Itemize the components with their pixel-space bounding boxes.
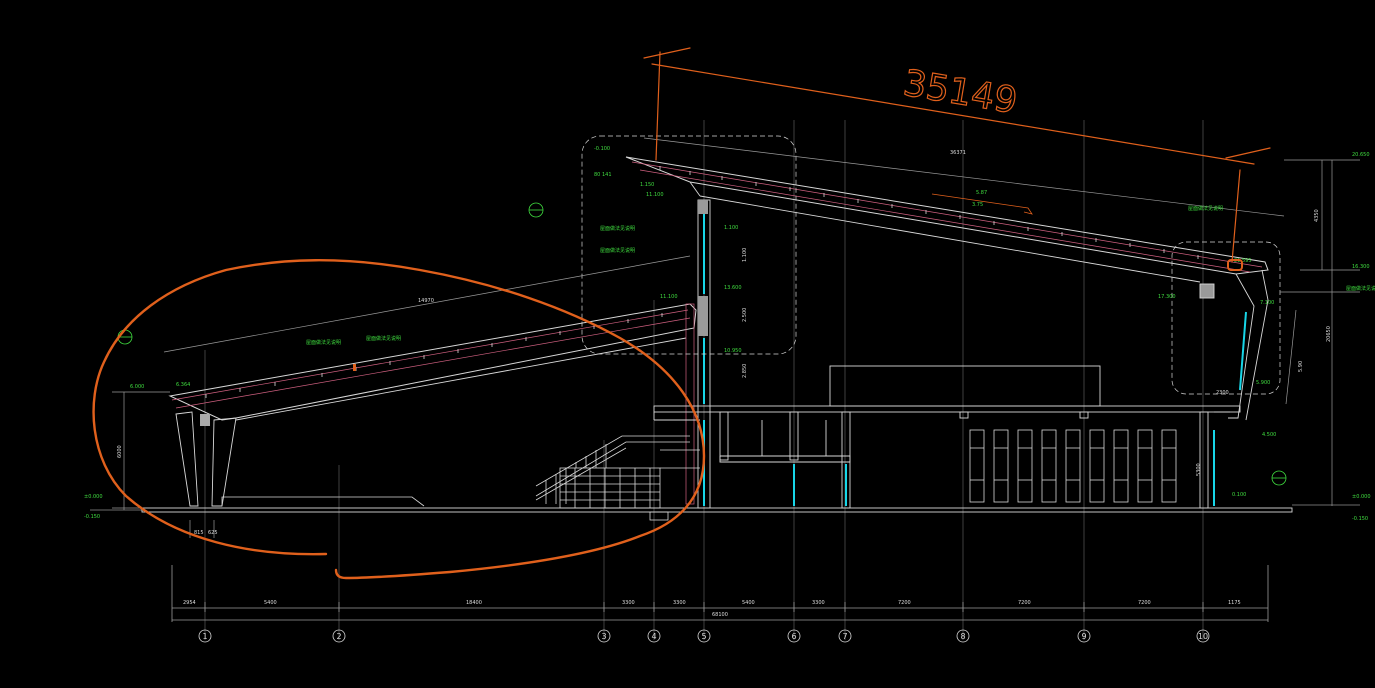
detail-callouts — [581, 135, 1281, 395]
axis-label-4: 4 — [651, 632, 656, 641]
svg-text:20650: 20650 — [1326, 326, 1332, 342]
svg-text:6.364: 6.364 — [176, 382, 190, 388]
svg-text:36371: 36371 — [950, 150, 966, 156]
svg-text:7200: 7200 — [1138, 600, 1151, 606]
svg-text:1175: 1175 — [1228, 600, 1241, 606]
svg-text:2.500: 2.500 — [742, 308, 748, 322]
markup-dimension-text: 35149 — [900, 63, 1020, 122]
right-facade — [1199, 269, 1269, 421]
svg-text:3300: 3300 — [812, 600, 825, 606]
svg-text:20.650: 20.650 — [1352, 152, 1370, 158]
door-panels — [969, 429, 1177, 503]
svg-text:±0.000: ±0.000 — [84, 494, 103, 500]
svg-text:5400: 5400 — [742, 600, 755, 606]
svg-text:5.87: 5.87 — [976, 190, 987, 196]
svg-text:5400: 5400 — [264, 600, 277, 606]
svg-text:0.100: 0.100 — [1232, 492, 1246, 498]
axis-label-5: 5 — [701, 632, 706, 641]
svg-text:80 141: 80 141 — [594, 172, 612, 178]
svg-text:10.950: 10.950 — [724, 348, 742, 354]
svg-text:-0.100: -0.100 — [594, 146, 610, 152]
axis-label-10: 10 — [1198, 632, 1208, 641]
svg-text:7200: 7200 — [898, 600, 911, 606]
axis-labels: 1 2 3 4 5 6 7 8 9 10 — [202, 632, 1208, 641]
axis-label-9: 9 — [1081, 632, 1086, 641]
svg-text:17.300: 17.300 — [1158, 294, 1176, 300]
svg-text:屋面做法见说明: 屋面做法见说明 — [306, 339, 341, 346]
svg-text:±0.000: ±0.000 — [1352, 494, 1371, 500]
svg-text:5.900: 5.900 — [1256, 380, 1270, 386]
svg-text:2.850: 2.850 — [742, 364, 748, 378]
svg-text:2954: 2954 — [183, 600, 196, 606]
svg-text:11.100: 11.100 — [660, 294, 678, 300]
svg-text:6.000: 6.000 — [130, 384, 144, 390]
svg-text:14970: 14970 — [418, 298, 434, 304]
svg-text:5.90: 5.90 — [1298, 361, 1304, 372]
svg-text:11.100: 11.100 — [646, 192, 664, 198]
svg-text:6000: 6000 — [117, 445, 123, 458]
svg-text:屋面做法见说明: 屋面做法见说明 — [366, 335, 401, 342]
svg-text:1.100: 1.100 — [724, 225, 738, 231]
ground-line — [90, 504, 1360, 521]
svg-text:屋面做法见说明: 屋面做法见说明 — [600, 247, 635, 254]
svg-text:屋面做法见说明: 屋面做法见说明 — [1188, 205, 1223, 212]
left-vertical-dimensions — [112, 391, 215, 538]
axis-label-7: 7 — [842, 632, 847, 641]
axis-label-3: 3 — [601, 632, 606, 641]
svg-text:屋面做法见说明: 屋面做法见说明 — [600, 225, 635, 232]
svg-text:68100: 68100 — [712, 612, 728, 618]
svg-text:屋面做法见说明: 屋面做法见说明 — [1346, 285, 1375, 292]
right-vertical-dimensions — [1280, 159, 1360, 506]
section-drawing: 2954 5400 18400 3300 3300 5400 3300 7200… — [84, 47, 1375, 643]
glazing-lines — [793, 311, 1247, 506]
dimension-texts: 36371 14970 2300 815 625 — [194, 150, 1229, 536]
axis-label-1: 1 — [202, 632, 207, 641]
slope-dimension-lines — [163, 137, 1285, 353]
svg-text:4350: 4350 — [1314, 209, 1320, 222]
axis-label-6: 6 — [791, 632, 796, 641]
svg-text:625: 625 — [208, 530, 218, 536]
axis-label-2: 2 — [336, 632, 341, 641]
svg-text:7.100: 7.100 — [1260, 300, 1274, 306]
svg-text:4.500: 4.500 — [1262, 432, 1276, 438]
svg-text:7200: 7200 — [1018, 600, 1031, 606]
svg-text:13.600: 13.600 — [724, 285, 742, 291]
vertical-dimension-texts: 4350 20650 5.90 6000 1.100 2.500 2.850 5… — [117, 209, 1332, 476]
svg-text:-0.150: -0.150 — [84, 514, 100, 520]
markup-annotations — [92, 47, 1271, 580]
svg-text:1.150: 1.150 — [640, 182, 654, 188]
markup-cloud-circle — [92, 259, 706, 580]
green-annotations: -0.100 80 141 屋面做法见说明 屋面做法见说明 11.100 11.… — [84, 146, 1375, 522]
svg-text:3.75: 3.75 — [972, 202, 983, 208]
svg-text:3300: 3300 — [673, 600, 686, 606]
svg-text:2300: 2300 — [1216, 390, 1229, 396]
svg-text:16.300: 16.300 — [1352, 264, 1370, 270]
svg-text:3300: 3300 — [622, 600, 635, 606]
svg-text:-0.150: -0.150 — [1352, 516, 1368, 522]
svg-text:18400: 18400 — [466, 600, 482, 606]
bottom-dimension-values: 2954 5400 18400 3300 3300 5400 3300 7200… — [183, 600, 1241, 618]
axis-label-8: 8 — [960, 632, 965, 641]
svg-text:5300: 5300 — [1196, 463, 1202, 476]
stair — [535, 435, 700, 509]
svg-text:1.100: 1.100 — [742, 248, 748, 262]
